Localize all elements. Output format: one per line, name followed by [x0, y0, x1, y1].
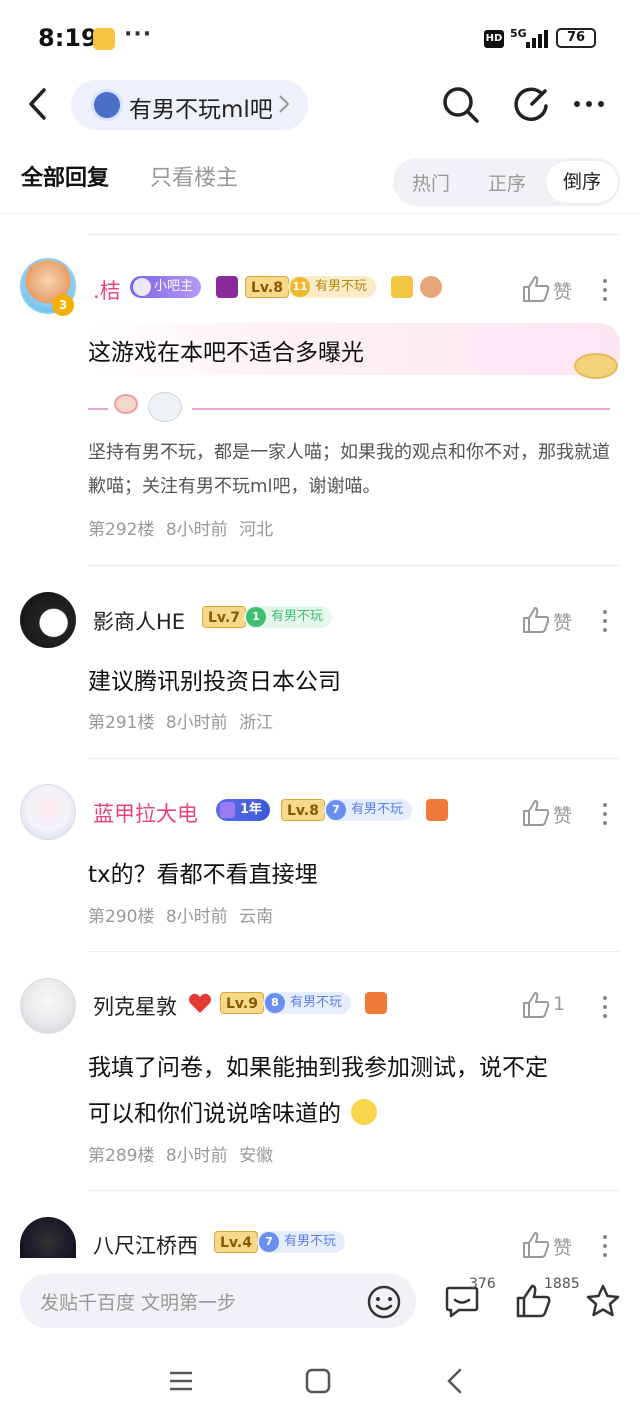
- diamond-icon: [391, 276, 413, 298]
- like-icon[interactable]: [521, 605, 551, 635]
- sort-switch: 热门 正序 倒序: [393, 158, 620, 206]
- post-content: tx的？看都不看直接埋: [88, 862, 318, 888]
- post-content-line: 可以和你们说说啥味道的: [88, 1094, 377, 1128]
- forum-entry[interactable]: 有男不玩ml吧: [71, 80, 308, 130]
- member-years-badge: 1年: [216, 799, 271, 821]
- flower-icon: [420, 276, 442, 298]
- forum-logo-icon: [91, 89, 123, 121]
- fan-badge: 7 有男不玩: [257, 1231, 346, 1253]
- hd-voice-icon: HD: [484, 30, 504, 48]
- avatar-level-badge: 3: [52, 294, 74, 316]
- crown-icon: [216, 276, 238, 298]
- reply-placeholder: 发贴千百度 文明第一步: [40, 1292, 237, 1314]
- username[interactable]: 八尺江桥西: [93, 1230, 198, 1260]
- search-icon[interactable]: [440, 84, 480, 124]
- signal-icon: [526, 30, 550, 48]
- post-more-icon[interactable]: [600, 275, 610, 305]
- like-icon[interactable]: [521, 990, 551, 1020]
- battery-icon: 76: [556, 28, 596, 48]
- post-content-line: 我填了问卷，如果能抽到我参加测试，说不定: [88, 1055, 548, 1081]
- tab-owner-only[interactable]: 只看楼主: [150, 160, 238, 192]
- level-badge: Lv.4: [214, 1231, 258, 1253]
- avatar[interactable]: [20, 784, 76, 840]
- like-icon[interactable]: [521, 798, 551, 828]
- fan-badge: 1 有男不玩: [244, 606, 333, 628]
- back-icon[interactable]: [26, 86, 50, 122]
- like-label[interactable]: 赞: [553, 1233, 572, 1260]
- more-options-icon[interactable]: [570, 84, 610, 124]
- emoji-icon[interactable]: [366, 1284, 402, 1320]
- sort-ascending[interactable]: 正序: [488, 169, 526, 196]
- like-label[interactable]: 赞: [553, 801, 572, 828]
- heart-icon: [188, 992, 212, 1014]
- sort-descending[interactable]: 倒序: [546, 161, 618, 203]
- post-content: 这游戏在本吧不适合多曝光: [88, 340, 364, 366]
- network-type: 5G: [510, 27, 527, 40]
- level-badge: Lv.8: [281, 799, 325, 821]
- star-icon[interactable]: [584, 1282, 622, 1320]
- avatar[interactable]: [20, 1217, 76, 1258]
- level-badge: Lv.8: [245, 276, 289, 298]
- nav-back-icon[interactable]: [440, 1366, 470, 1396]
- sort-hot[interactable]: 热门: [412, 169, 450, 196]
- status-time: 8:19: [38, 24, 98, 52]
- forum-name: 有男不玩ml吧: [129, 97, 273, 123]
- avatar[interactable]: [20, 592, 76, 648]
- chevron-right-icon: [279, 95, 290, 113]
- status-bar: 8:19 ··· HD 5G 76: [0, 0, 640, 72]
- post-more-icon[interactable]: [600, 799, 610, 829]
- reply-input[interactable]: 发贴千百度 文明第一步: [20, 1274, 416, 1328]
- hat-icon: [574, 353, 618, 379]
- like-count: 1885: [544, 1276, 580, 1292]
- reply-tabs: 全部回复 只看楼主 热门 正序 倒序: [0, 140, 640, 214]
- like-label[interactable]: 赞: [553, 608, 572, 635]
- role-badge: 小吧主: [130, 276, 202, 298]
- post-meta: 第292楼 8小时前 河北: [88, 520, 274, 540]
- tab-all-replies[interactable]: 全部回复: [21, 160, 109, 192]
- divider: [88, 565, 620, 566]
- username[interactable]: 蓝甲拉大电: [93, 798, 198, 828]
- bottom-bar: 发贴千百度 文明第一步 376 1885: [0, 1258, 640, 1422]
- level-badge: Lv.9: [220, 992, 264, 1014]
- signature-divider: [88, 408, 108, 410]
- like-count[interactable]: 1: [553, 993, 565, 1015]
- app-notification-icon: [93, 28, 115, 50]
- like-icon[interactable]: [521, 274, 551, 304]
- gamepad-icon: [426, 799, 448, 821]
- post-more-icon[interactable]: [600, 992, 610, 1022]
- like-label[interactable]: 赞: [553, 277, 572, 304]
- comment-bubble: 这游戏在本吧不适合多曝光: [88, 323, 620, 379]
- fan-badge: 8 有男不玩: [263, 992, 352, 1014]
- like-icon[interactable]: [521, 1230, 551, 1260]
- username[interactable]: 列克星敦: [93, 991, 177, 1021]
- username[interactable]: .桔: [93, 275, 121, 305]
- post-more-icon[interactable]: [600, 606, 610, 636]
- home-icon[interactable]: [303, 1366, 333, 1396]
- post-content: 建议腾讯别投资日本公司: [88, 669, 341, 695]
- level-badge: Lv.7: [202, 606, 246, 628]
- avatar[interactable]: [20, 978, 76, 1034]
- ghost-icon: [148, 392, 182, 422]
- fan-badge: 11 有男不玩: [288, 276, 377, 298]
- top-bar: 有男不玩ml吧: [0, 72, 640, 138]
- divider: [88, 758, 620, 759]
- share-icon[interactable]: [512, 84, 552, 124]
- post-meta: 第291楼 8小时前 浙江: [88, 713, 274, 733]
- comment-count: 376: [469, 1276, 496, 1292]
- more-notifications-icon: ···: [124, 22, 153, 47]
- gamepad-icon: [365, 992, 387, 1014]
- divider: [88, 951, 620, 952]
- username[interactable]: 影商人HE: [93, 606, 185, 636]
- smile-emoji-icon: [351, 1099, 377, 1125]
- post-meta: 第290楼 8小时前 云南: [88, 907, 274, 927]
- post-meta: 第289楼 8小时前 安徽: [88, 1146, 274, 1166]
- signature-text: 坚持有男不玩，都是一家人喵；如果我的观点和你不对，那我就道歉喵；关注有男不玩ml…: [88, 442, 610, 497]
- divider: [88, 234, 620, 235]
- signature-divider: [192, 408, 610, 410]
- post-more-icon[interactable]: [600, 1231, 610, 1261]
- fan-badge: 7 有男不玩: [324, 799, 413, 821]
- sticker-icon: [114, 394, 138, 414]
- menu-icon[interactable]: [166, 1366, 196, 1396]
- divider: [88, 1190, 620, 1191]
